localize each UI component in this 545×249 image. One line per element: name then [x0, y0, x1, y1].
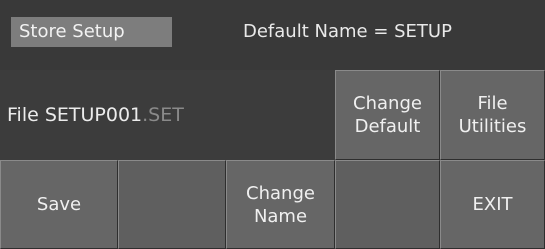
softkey-2-button[interactable] — [118, 160, 226, 249]
exit-button[interactable]: EXIT — [440, 160, 545, 249]
file-info: File SETUP001.SET — [0, 70, 335, 160]
file-name: File SETUP001 — [7, 104, 143, 126]
file-utilities-button[interactable]: File Utilities — [440, 70, 545, 160]
softkey-4-button[interactable] — [335, 160, 440, 249]
header-bar: Store Setup Default Name = SETUP — [0, 0, 545, 70]
change-default-button[interactable]: Change Default — [335, 70, 440, 160]
default-name-status: Default Name = SETUP — [243, 21, 452, 42]
change-name-button[interactable]: Change Name — [226, 160, 335, 249]
file-extension: .SET — [142, 104, 184, 126]
page-title: Store Setup — [11, 17, 172, 47]
save-button[interactable]: Save — [0, 160, 118, 249]
file-name-display: File SETUP001.SET — [7, 70, 184, 160]
